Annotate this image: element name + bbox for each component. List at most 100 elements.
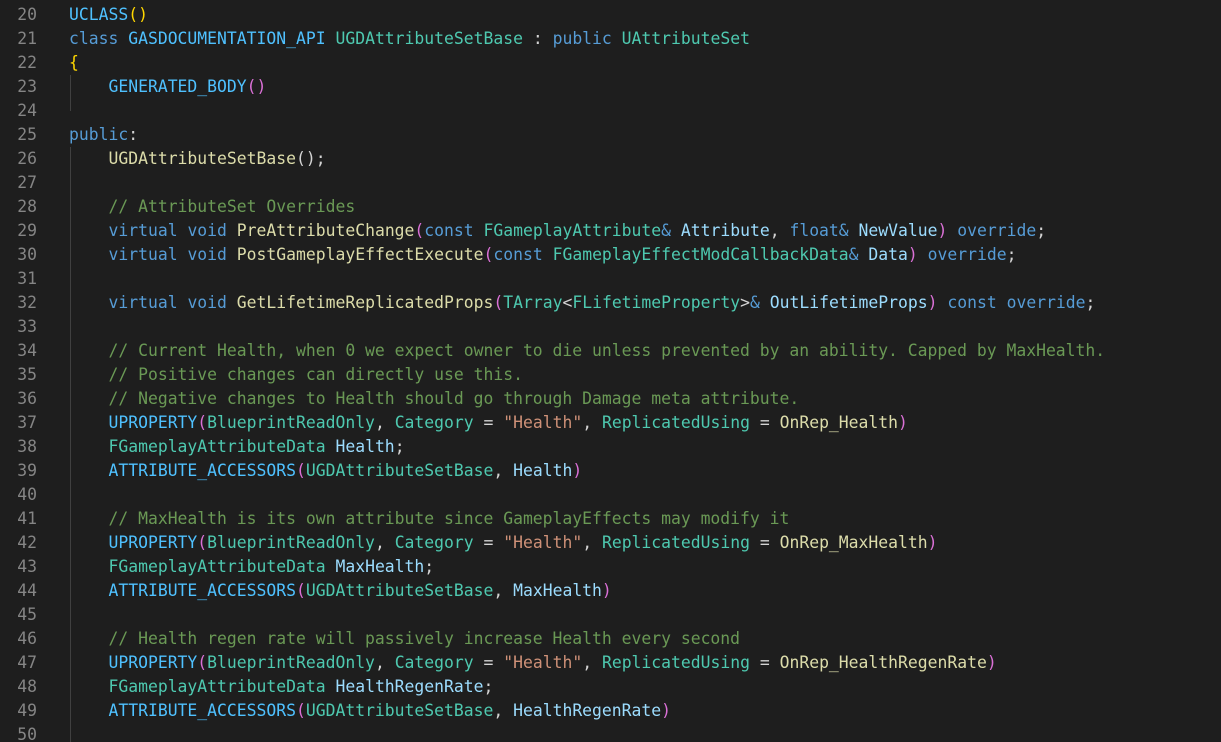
code-token: ) — [898, 413, 908, 432]
code-token: const — [493, 245, 543, 264]
line-number: 43 — [17, 557, 37, 576]
code-token: ; — [394, 437, 405, 456]
code-text: class GASDOCUMENTATION_API UGDAttributeS… — [69, 27, 750, 51]
code-token: MaxHealth — [513, 581, 602, 600]
line-number: 33 — [17, 317, 37, 336]
code-text: // Negative changes to Health should go … — [69, 387, 799, 411]
code-text: // MaxHealth is its own attribute since … — [69, 507, 789, 531]
code-text: ATTRIBUTE_ACCESSORS(UGDAttributeSetBase,… — [69, 579, 611, 603]
code-text: UPROPERTY(BlueprintReadOnly, Category = … — [69, 651, 997, 675]
code-token: (); — [295, 149, 326, 168]
code-token: ) — [572, 461, 583, 480]
line-number: 48 — [17, 677, 37, 696]
line-number: 20 — [17, 5, 37, 24]
code-token: override — [1006, 293, 1086, 312]
code-token: ( — [197, 413, 208, 432]
code-token: ( — [414, 221, 425, 240]
code-token: virtual — [108, 221, 178, 240]
line-number: 25 — [17, 125, 37, 144]
code-text: // Positive changes can directly use thi… — [69, 363, 522, 387]
code-token: ( — [197, 653, 208, 672]
line-number: 30 — [17, 245, 37, 264]
code-token: const — [947, 293, 997, 312]
code-token: ) — [661, 701, 672, 720]
code-token: = — [749, 413, 780, 432]
code-token: ATTRIBUTE_ACCESSORS — [108, 581, 296, 600]
code-token: = — [749, 653, 780, 672]
code-text: UCLASS() — [69, 3, 148, 27]
code-token: "Health" — [503, 533, 583, 552]
code-token: "Health" — [503, 413, 583, 432]
code-token: ; — [1085, 293, 1096, 312]
code-token: () — [246, 77, 267, 96]
code-token: Category — [394, 653, 474, 672]
line-number: 35 — [17, 365, 37, 384]
code-token: Category — [394, 533, 474, 552]
code-token: , — [374, 413, 395, 432]
line-number: 37 — [17, 413, 37, 432]
line-number: 45 — [17, 605, 37, 624]
code-token: = — [749, 533, 780, 552]
line-number: 42 — [17, 533, 37, 552]
code-token: HealthRegenRate — [513, 701, 662, 720]
code-token: ATTRIBUTE_ACCESSORS — [108, 461, 296, 480]
code-token: UGDAttributeSetBase — [305, 581, 494, 600]
code-token: ; — [483, 677, 494, 696]
code-token: "Health" — [503, 653, 583, 672]
code-token: ReplicatedUsing — [601, 653, 750, 672]
code-token: ) — [927, 533, 938, 552]
line-number: 32 — [17, 293, 37, 312]
code-token: ( — [295, 581, 306, 600]
code-token: ; — [1036, 221, 1047, 240]
line-number: 31 — [17, 269, 37, 288]
code-token: UGDAttributeSetBase — [305, 461, 494, 480]
code-token: ) — [986, 653, 997, 672]
code-token: FLifetimeProperty — [572, 293, 741, 312]
line-number: 44 — [17, 581, 37, 600]
code-token: // Current Health, when 0 we expect owne… — [108, 341, 1106, 360]
code-token: ( — [197, 533, 208, 552]
code-token: { — [69, 53, 79, 72]
code-token: () — [128, 5, 148, 24]
code-token: MaxHealth — [335, 557, 425, 576]
code-token: // Negative changes to Health should go … — [108, 389, 800, 408]
code-token: override — [927, 245, 1007, 264]
code-token: GENERATED_BODY — [108, 77, 247, 96]
code-text: ATTRIBUTE_ACCESSORS(UGDAttributeSetBase,… — [69, 459, 582, 483]
code-text: UPROPERTY(BlueprintReadOnly, Category = … — [69, 531, 938, 555]
line-number: 28 — [17, 197, 37, 216]
code-token: , — [769, 221, 790, 240]
code-token: , — [582, 533, 602, 552]
line-number: 27 — [17, 173, 37, 192]
code-token: PostGameplayEffectExecute — [236, 245, 484, 264]
code-token: = — [473, 413, 504, 432]
code-token: void — [187, 293, 227, 312]
code-editor[interactable]: 20 UCLASS() 21 class GASDOCUMENTATION_API U… — [0, 0, 1221, 742]
code-text: FGameplayAttributeData HealthRegenRate; — [69, 675, 493, 699]
code-token: UPROPERTY — [108, 653, 198, 672]
code-token: float — [789, 221, 839, 240]
code-token: virtual — [108, 245, 178, 264]
code-token: < — [562, 293, 573, 312]
code-token: // MaxHealth is its own attribute since … — [108, 509, 790, 528]
code-token: const — [424, 221, 474, 240]
code-token: PreAttributeChange — [236, 221, 415, 240]
code-token: UGDAttributeSetBase — [305, 701, 494, 720]
